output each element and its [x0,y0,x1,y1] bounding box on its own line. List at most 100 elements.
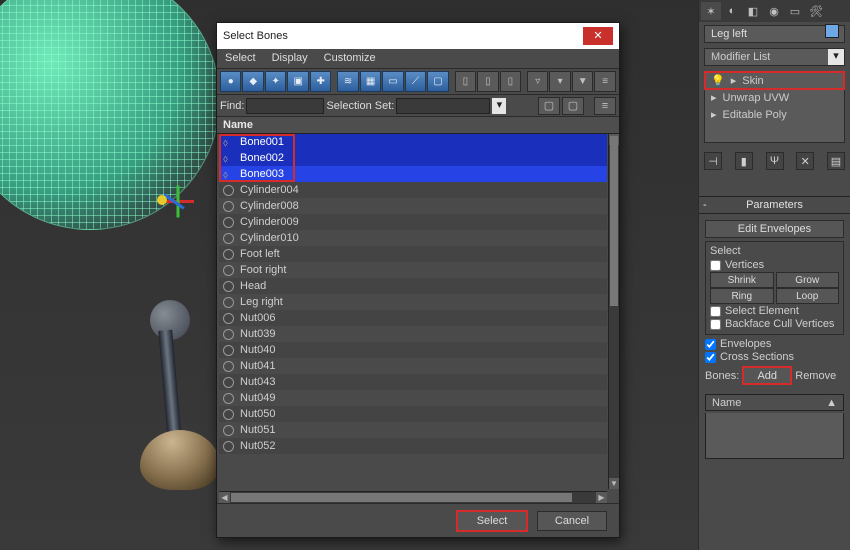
modifier-skin[interactable]: 💡▸Skin [705,72,844,89]
edit-envelopes-button[interactable]: Edit Envelopes [705,220,844,238]
filter-cameras-icon[interactable]: ▣ [287,71,308,92]
filter-shapes-icon[interactable]: ◆ [242,71,263,92]
list-item[interactable]: ⬨Bone003 [219,166,607,182]
create-tab-icon[interactable]: ✶ [701,2,721,20]
remove-bone-label[interactable]: Remove [795,370,836,382]
cancel-button[interactable]: Cancel [537,511,607,531]
list-column-name[interactable]: Name [217,117,619,134]
list-item[interactable]: Nut006 [219,310,607,326]
filter-groups-icon[interactable]: ▦ [360,71,381,92]
node-color-swatch[interactable] [825,24,839,38]
select-invert-icon[interactable]: ▯ [500,71,521,92]
grow-button[interactable]: Grow [776,272,840,288]
vertical-scrollbar[interactable]: ▲ ▼ [608,134,619,489]
envelopes-checkbox[interactable]: Envelopes [705,338,844,350]
collapse-all-icon[interactable]: ▢ [562,97,584,115]
transform-gizmo[interactable] [155,175,205,225]
display-tab-icon[interactable]: ▭ [785,2,805,20]
cross-sections-checkbox[interactable]: Cross Sections [705,351,844,363]
scroll-left-icon[interactable]: ◀ [219,492,230,503]
show-end-result-icon[interactable]: ▮ [735,152,753,170]
filter-geometry-icon[interactable]: ● [220,71,241,92]
rollup-header[interactable]: -Parameters [699,197,850,214]
add-bone-button[interactable]: Add [743,367,791,384]
menu-display[interactable]: Display [272,52,308,65]
modifier-stack[interactable]: 💡▸Skin ▸Unwrap UVW ▸Editable Poly [704,71,845,143]
loop-button[interactable]: Loop [776,288,840,304]
list-item[interactable]: Head [219,278,607,294]
list-item[interactable]: Foot right [219,262,607,278]
scroll-down-icon[interactable]: ▼ [609,478,619,489]
dialog-titlebar[interactable]: Select Bones ✕ [217,23,619,49]
modifier-unwrap-uvw[interactable]: ▸Unwrap UVW [705,89,844,106]
select-button[interactable]: Select [457,511,527,531]
selection-set-label: Selection Set: [326,100,394,112]
backface-cull-checkbox[interactable]: Backface Cull Vertices [710,318,839,330]
select-all-icon[interactable]: ▯ [455,71,476,92]
configure-sets-icon[interactable]: ▤ [827,152,845,170]
list-item[interactable]: ⬨Bone001 [219,134,607,150]
pin-stack-icon[interactable]: ⊣ [704,152,722,170]
modify-tab-icon[interactable]: ◐ [722,2,742,20]
filter-spacewarps-icon[interactable]: ≋ [337,71,358,92]
sync-selection-icon[interactable]: ▾ [549,71,570,92]
menu-customize[interactable]: Customize [324,52,376,65]
make-unique-icon[interactable]: Ψ [766,152,784,170]
find-input[interactable] [246,98,324,114]
list-item[interactable]: Leg right [219,294,607,310]
close-button[interactable]: ✕ [583,27,613,45]
selection-set-input[interactable] [396,98,490,114]
ring-button[interactable]: Ring [710,288,774,304]
list-item[interactable]: Nut041 [219,358,607,374]
scroll-thumb[interactable] [610,136,618,306]
sort-icon[interactable]: ▲ [826,397,837,409]
object-icon [223,217,234,228]
horizontal-scrollbar[interactable]: ◀ ▶ [219,491,607,503]
scroll-right-icon[interactable]: ▶ [596,492,607,503]
bones-list[interactable] [705,413,844,459]
list-view-icon[interactable]: ≡ [594,97,616,115]
modifier-editable-poly[interactable]: ▸Editable Poly [705,106,844,123]
list-item[interactable]: Cylinder009 [219,214,607,230]
shrink-button[interactable]: Shrink [710,272,774,288]
bones-list-header[interactable]: Name ▲ [705,394,844,411]
list-item[interactable]: Cylinder008 [219,198,607,214]
settings-icon[interactable]: ≡ [594,71,615,92]
select-none-icon[interactable]: ▯ [477,71,498,92]
motion-tab-icon[interactable]: ◉ [764,2,784,20]
list-item[interactable]: Nut052 [219,438,607,454]
filter-helpers-icon[interactable]: ✚ [310,71,331,92]
vertices-checkbox[interactable]: Vertices [710,259,839,271]
funnel-icon[interactable]: ▼ [572,71,593,92]
list-item[interactable]: Foot left [219,246,607,262]
scroll-thumb-h[interactable] [231,493,572,502]
list-item[interactable]: Nut049 [219,390,607,406]
select-element-checkbox[interactable]: Select Element [710,305,839,317]
select-children-icon[interactable]: ▿ [527,71,548,92]
modifier-list-dropdown[interactable]: Modifier List ▾ [704,48,845,66]
list-item[interactable]: Nut043 [219,374,607,390]
list-item[interactable]: ⬨Bone002 [219,150,607,166]
filter-containers-icon[interactable]: ▢ [427,71,448,92]
selection-set-dropdown-icon[interactable]: ▾ [492,98,506,114]
list-item[interactable]: Cylinder004 [219,182,607,198]
chevron-down-icon[interactable]: ▾ [828,49,844,65]
axis-origin-icon[interactable] [157,195,167,205]
list-item[interactable]: Nut040 [219,342,607,358]
object-icon [223,313,234,324]
list-item[interactable]: Nut039 [219,326,607,342]
expand-all-icon[interactable]: ▢ [538,97,560,115]
hierarchy-tab-icon[interactable]: ◧ [743,2,763,20]
list-item-label: Leg right [240,296,283,308]
list-item[interactable]: Nut050 [219,406,607,422]
filter-lights-icon[interactable]: ✦ [265,71,286,92]
utilities-tab-icon[interactable]: 🛠 [806,2,826,20]
menu-select[interactable]: Select [225,52,256,65]
list-item-label: Cylinder004 [240,184,299,196]
selected-node-name[interactable]: Leg left [704,25,845,43]
remove-modifier-icon[interactable]: ✕ [796,152,814,170]
list-item[interactable]: Cylinder010 [219,230,607,246]
filter-bones-icon[interactable]: ⟋ [405,71,426,92]
filter-xrefs-icon[interactable]: ▭ [382,71,403,92]
list-item[interactable]: Nut051 [219,422,607,438]
